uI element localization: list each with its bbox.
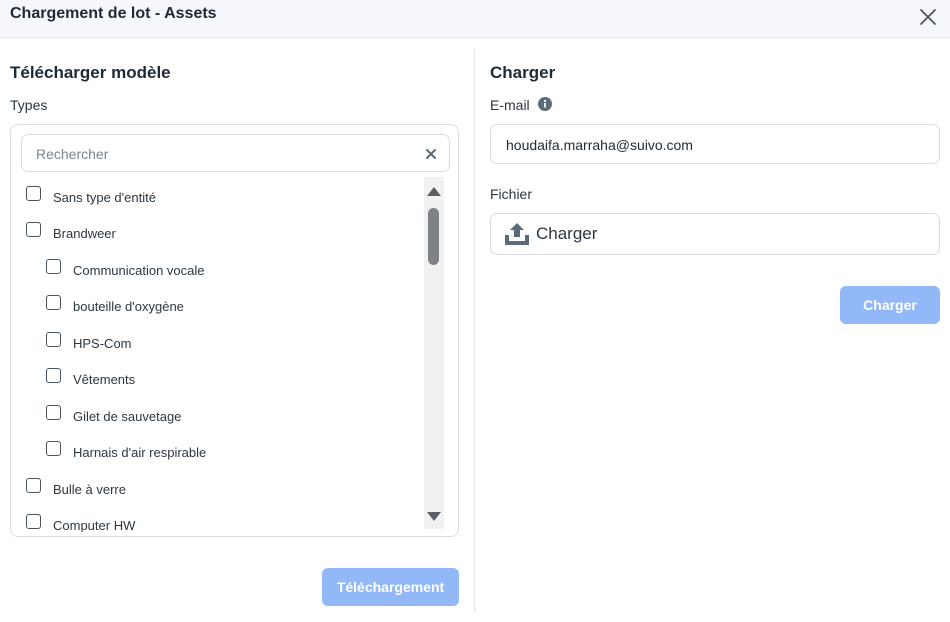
scroll-down-arrow-icon[interactable] — [427, 512, 441, 521]
types-label: Types — [10, 97, 48, 113]
upload-label: Charger — [536, 224, 598, 243]
checkbox[interactable] — [46, 294, 61, 310]
upload-icon — [505, 223, 529, 245]
scroll-up-arrow-icon[interactable] — [427, 187, 441, 196]
list-item[interactable]: Sans type d'entité — [26, 183, 156, 205]
list-item[interactable]: Brandweer — [26, 219, 116, 241]
checkbox[interactable] — [26, 185, 41, 201]
checkbox[interactable] — [26, 221, 41, 237]
list-item[interactable]: Gilet de sauvetage — [46, 402, 182, 424]
list-item[interactable]: Vêtements — [46, 365, 136, 387]
list-item-label: bouteille d'oxygène — [73, 298, 184, 314]
list-item[interactable]: HPS-Com — [46, 329, 132, 351]
list-item-label: Computer HW — [53, 517, 136, 533]
checkbox[interactable] — [46, 367, 61, 383]
checkbox[interactable] — [26, 513, 41, 529]
list-item-label: Brandweer — [53, 225, 116, 241]
file-upload-field[interactable]: Charger — [490, 213, 940, 255]
list-item-label: Vêtements — [73, 371, 136, 387]
list-item-label: Communication vocale — [73, 262, 205, 278]
panel-divider — [474, 50, 475, 612]
download-button[interactable]: Téléchargement — [322, 568, 459, 606]
email-input[interactable] — [506, 135, 926, 155]
checkbox[interactable] — [46, 440, 61, 456]
scroll-thumb[interactable] — [428, 208, 439, 265]
email-label: E-mail — [490, 97, 530, 113]
list-item-label: Harnais d'air respirable — [73, 444, 207, 460]
clear-icon — [426, 149, 436, 159]
checkbox[interactable] — [46, 404, 61, 420]
types-scrollbar[interactable] — [424, 177, 444, 529]
email-field[interactable] — [490, 124, 940, 164]
list-item-label: HPS-Com — [73, 335, 132, 351]
list-item-label: Gilet de sauvetage — [73, 408, 182, 424]
dialog-title: Chargement de lot - Assets — [10, 5, 217, 22]
list-item[interactable]: bouteille d'oxygène — [46, 292, 184, 314]
checkbox[interactable] — [46, 331, 61, 347]
list-item[interactable]: Harnais d'air respirable — [46, 438, 207, 460]
types-tree-box: Sans type d'entité Brandweer Communicati… — [10, 124, 459, 537]
file-label: Fichier — [490, 186, 533, 202]
checkbox[interactable] — [26, 477, 41, 493]
template-section-title: Télécharger modèle — [10, 63, 171, 82]
types-list: Sans type d'entité Brandweer Communicati… — [11, 177, 423, 532]
upload-section-title: Charger — [490, 63, 556, 82]
list-item[interactable]: Bulle à verre — [26, 475, 126, 497]
search-input[interactable] — [36, 144, 416, 164]
list-item-label: Bulle à verre — [53, 481, 126, 497]
upload-submit-button[interactable]: Charger — [840, 286, 940, 324]
info-icon[interactable] — [538, 97, 552, 111]
close-button[interactable] — [918, 7, 938, 27]
list-item[interactable]: Computer HW — [26, 511, 136, 533]
checkbox[interactable] — [46, 258, 61, 274]
list-item-label: Sans type d'entité — [53, 189, 156, 205]
search-clear-button[interactable] — [425, 147, 437, 159]
list-item[interactable]: Communication vocale — [46, 256, 205, 278]
dialog-header: Chargement de lot - Assets — [0, 0, 950, 38]
close-icon — [920, 9, 936, 25]
search-box — [21, 134, 450, 172]
